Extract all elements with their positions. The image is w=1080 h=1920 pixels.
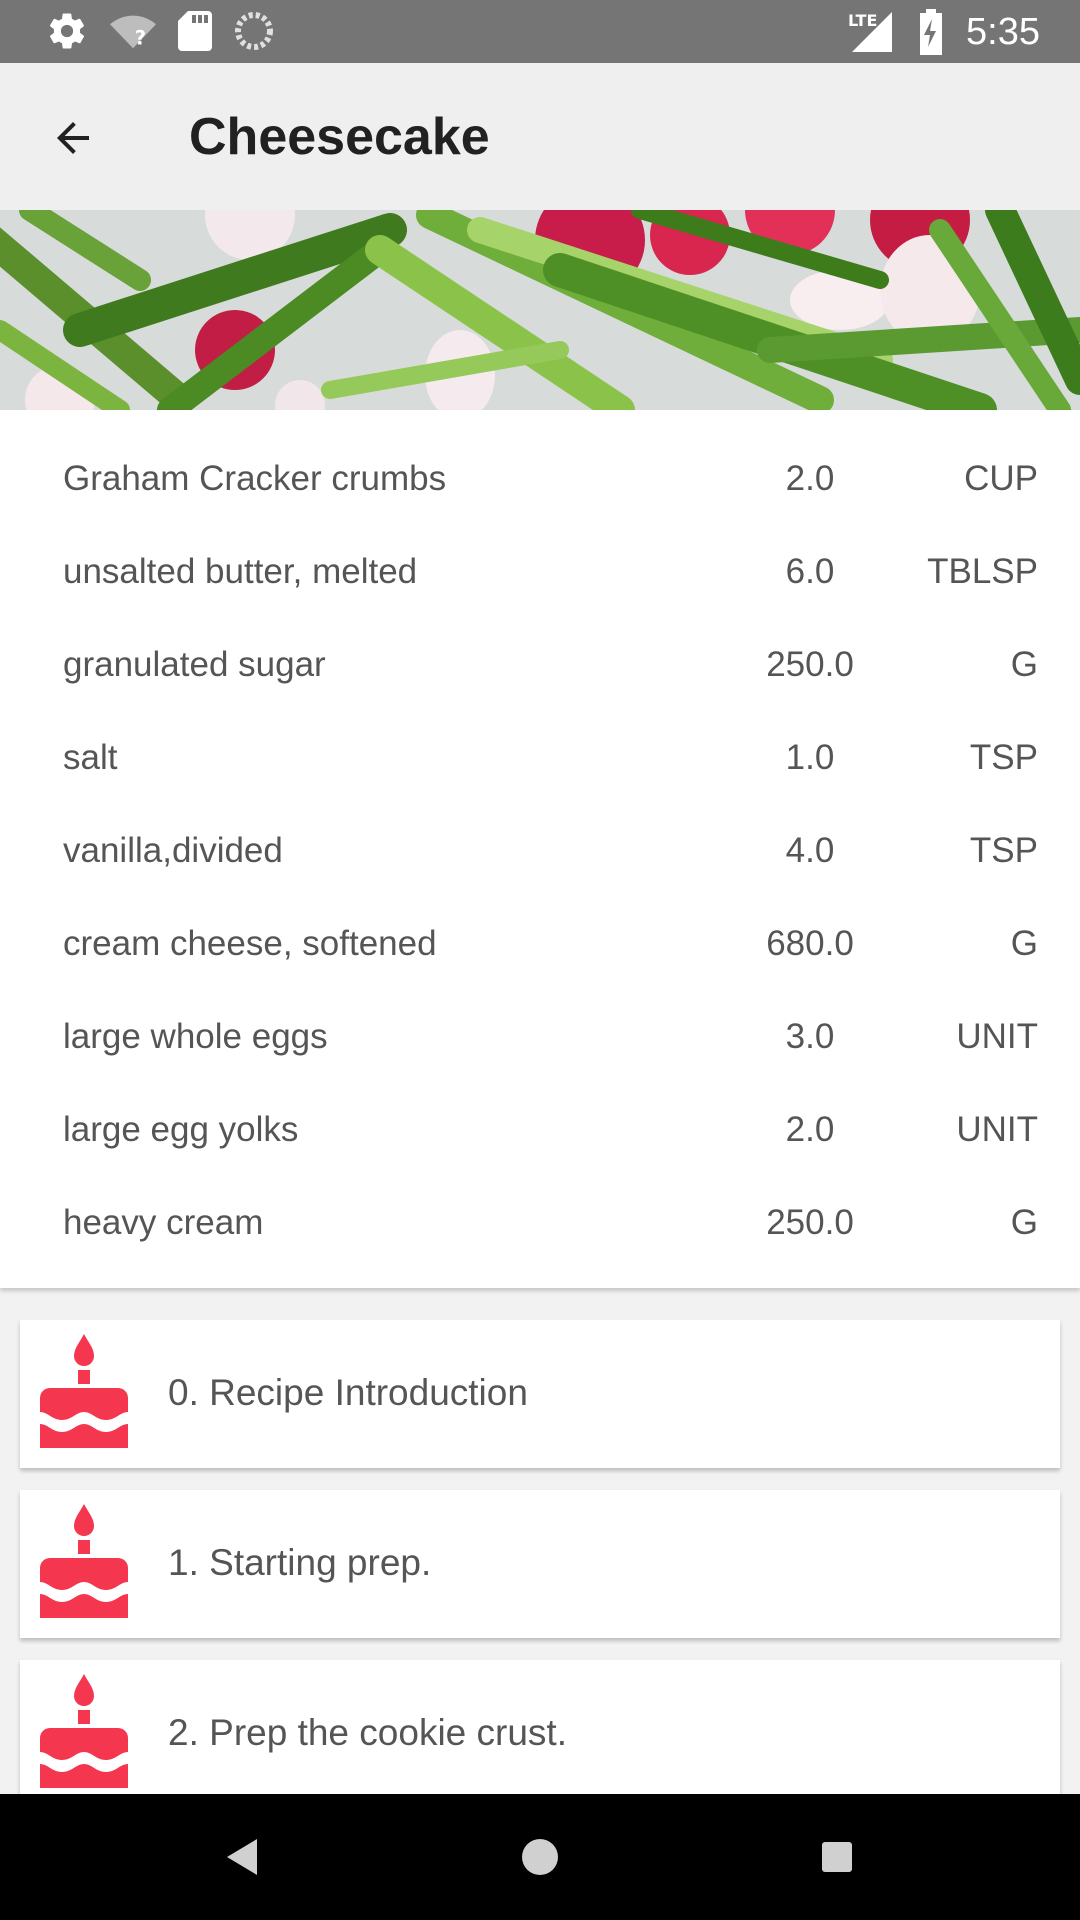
ingredient-quantity: 2.0	[785, 459, 835, 498]
step-card[interactable]: 0. Recipe Introduction	[20, 1320, 1060, 1468]
step-card[interactable]: 1. Starting prep.	[20, 1490, 1060, 1638]
ingredient-unit: UNIT	[956, 1110, 1038, 1149]
arrow-back-icon	[57, 122, 89, 154]
ingredient-row: unsalted butter, melted 6.0 TBLSP	[0, 526, 1080, 619]
ingredient-row: cream cheese, softened 680.0 G	[0, 898, 1080, 991]
ingredient-name: heavy cream	[63, 1203, 264, 1242]
ingredient-row: heavy cream 250.0 G	[0, 1177, 1080, 1270]
ingredient-name: large whole eggs	[63, 1017, 328, 1056]
ingredient-unit: TSP	[969, 831, 1038, 870]
ingredient-quantity: 6.0	[785, 552, 835, 591]
status-bar-notifications: ?	[46, 10, 274, 52]
network-type-label: LTE	[848, 11, 877, 30]
home-circle-icon	[522, 1839, 558, 1875]
status-bar-system: LTE 5:35	[848, 6, 1040, 58]
cake-icon	[40, 1674, 128, 1788]
sd-card-icon	[178, 11, 212, 51]
ingredient-name: unsalted butter, melted	[63, 552, 418, 591]
ingredient-unit: G	[1010, 924, 1038, 963]
ingredient-unit: CUP	[964, 459, 1038, 498]
ingredient-row: granulated sugar 250.0 G	[0, 619, 1080, 712]
ingredient-name: cream cheese, softened	[63, 924, 437, 963]
cake-icon	[40, 1504, 128, 1618]
ingredient-quantity: 680.0	[766, 924, 854, 963]
step-label: 0. Recipe Introduction	[168, 1372, 528, 1413]
settings-icon	[46, 10, 88, 52]
ingredient-unit: TSP	[969, 738, 1038, 777]
navigation-bar	[0, 1794, 1080, 1920]
wifi-unknown-icon: ?	[110, 11, 156, 51]
recents-square-icon	[822, 1842, 852, 1872]
ingredient-unit: TBLSP	[927, 552, 1038, 591]
ingredients-list: Graham Cracker crumbs 2.0 CUP unsalted b…	[0, 410, 1080, 1288]
step-label: 1. Starting prep.	[168, 1542, 432, 1583]
ingredient-quantity: 250.0	[766, 645, 854, 684]
cake-icon	[40, 1334, 128, 1448]
ingredient-row: Graham Cracker crumbs 2.0 CUP	[0, 433, 1080, 526]
ingredient-row: large whole eggs 3.0 UNIT	[0, 991, 1080, 1084]
nav-recents-button[interactable]	[807, 1827, 867, 1887]
step-label: 2. Prep the cookie crust.	[168, 1712, 567, 1753]
clock: 5:35	[966, 11, 1040, 53]
ingredient-name: salt	[63, 738, 118, 777]
ingredient-row: salt 1.0 TSP	[0, 712, 1080, 805]
ingredient-name: Graham Cracker crumbs	[63, 459, 447, 498]
ingredient-unit: G	[1010, 645, 1038, 684]
recipe-hero-image	[0, 210, 1080, 410]
ingredient-quantity: 3.0	[785, 1017, 835, 1056]
step-card[interactable]: 2. Prep the cookie crust.	[20, 1660, 1060, 1808]
ingredient-quantity: 4.0	[785, 831, 835, 870]
status-bar: ? LTE 5:35	[0, 0, 1080, 63]
ingredient-quantity: 250.0	[766, 1203, 854, 1242]
ingredient-name: granulated sugar	[63, 645, 326, 684]
ingredient-name: large egg yolks	[63, 1110, 299, 1149]
sync-icon	[234, 11, 274, 51]
back-button[interactable]	[40, 108, 106, 168]
back-triangle-icon	[227, 1839, 257, 1875]
svg-text:?: ?	[135, 26, 146, 49]
ingredient-unit: G	[1010, 1203, 1038, 1242]
ingredient-quantity: 2.0	[785, 1110, 835, 1149]
ingredient-row: vanilla,divided 4.0 TSP	[0, 805, 1080, 898]
ingredient-name: vanilla,divided	[63, 831, 283, 870]
battery-charging-icon	[918, 9, 944, 55]
ingredient-row: large egg yolks 2.0 UNIT	[0, 1084, 1080, 1177]
nav-back-button[interactable]	[211, 1827, 271, 1887]
vegetables-photo	[0, 210, 1080, 410]
app-bar: Cheesecake	[0, 63, 1080, 210]
nav-home-button[interactable]	[510, 1827, 570, 1887]
signal-icon: LTE	[848, 8, 896, 56]
page-title: Cheesecake	[189, 108, 490, 166]
ingredient-quantity: 1.0	[785, 738, 835, 777]
ingredient-unit: UNIT	[956, 1017, 1038, 1056]
